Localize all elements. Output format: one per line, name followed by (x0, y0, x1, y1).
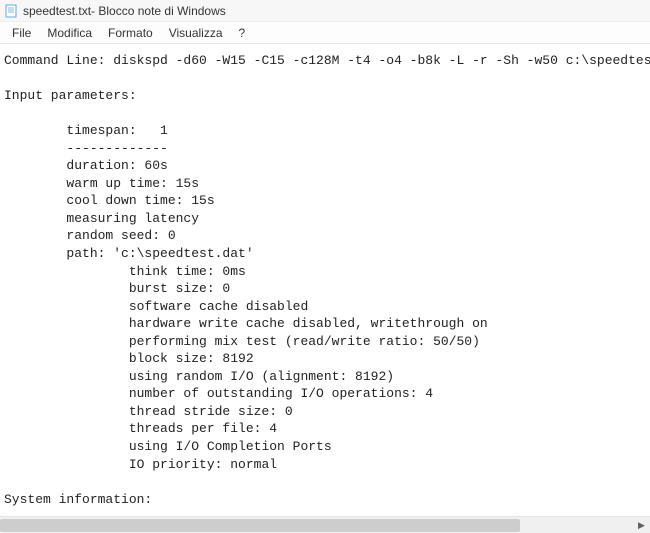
notepad-icon (4, 4, 18, 18)
cmd-value: diskspd -d60 -W15 -C15 -c128M -t4 -o4 -b… (113, 53, 650, 68)
completion: using I/O Completion Ports (4, 439, 332, 454)
priority: IO priority: normal (4, 457, 277, 472)
cooldown: cool down time: 15s (4, 193, 215, 208)
think-time: think time: 0ms (4, 264, 246, 279)
hw-cache: hardware write cache disabled, writethro… (4, 316, 488, 331)
scrollbar-thumb[interactable] (0, 519, 520, 532)
seed: random seed: 0 (4, 228, 176, 243)
menu-edit[interactable]: Modifica (39, 24, 100, 42)
separator: ------------- (4, 141, 168, 156)
menu-help[interactable]: ? (231, 24, 254, 42)
horizontal-scrollbar[interactable]: ▶ (0, 516, 650, 533)
sysinfo-header: System information: (4, 492, 152, 507)
path: path: 'c:\speedtest.dat' (4, 246, 254, 261)
random-io: using random I/O (alignment: 8192) (4, 369, 394, 384)
menubar: File Modifica Formato Visualizza ? (0, 22, 650, 44)
stride: thread stride size: 0 (4, 404, 293, 419)
scrollbar-right-arrow-icon[interactable]: ▶ (633, 517, 650, 533)
timespan: timespan: 1 (4, 123, 168, 138)
sw-cache: software cache disabled (4, 299, 308, 314)
input-params-header: Input parameters: (4, 88, 137, 103)
threads: threads per file: 4 (4, 421, 277, 436)
menu-format[interactable]: Formato (100, 24, 161, 42)
outstanding: number of outstanding I/O operations: 4 (4, 386, 433, 401)
menu-view[interactable]: Visualizza (161, 24, 231, 42)
burst-size: burst size: 0 (4, 281, 230, 296)
mix-test: performing mix test (read/write ratio: 5… (4, 334, 480, 349)
block-size: block size: 8192 (4, 351, 254, 366)
text-area[interactable]: Command Line: diskspd -d60 -W15 -C15 -c1… (0, 44, 650, 516)
cmd-label: Command Line: (4, 53, 113, 68)
menu-file[interactable]: File (4, 24, 39, 42)
titlebar-appname: - Blocco note di Windows (91, 4, 226, 18)
latency: measuring latency (4, 211, 199, 226)
warmup: warm up time: 15s (4, 176, 199, 191)
duration: duration: 60s (4, 158, 168, 173)
titlebar-filename: speedtest.txt (23, 4, 91, 18)
titlebar[interactable]: speedtest.txt - Blocco note di Windows (0, 0, 650, 22)
notepad-window: speedtest.txt - Blocco note di Windows F… (0, 0, 650, 533)
